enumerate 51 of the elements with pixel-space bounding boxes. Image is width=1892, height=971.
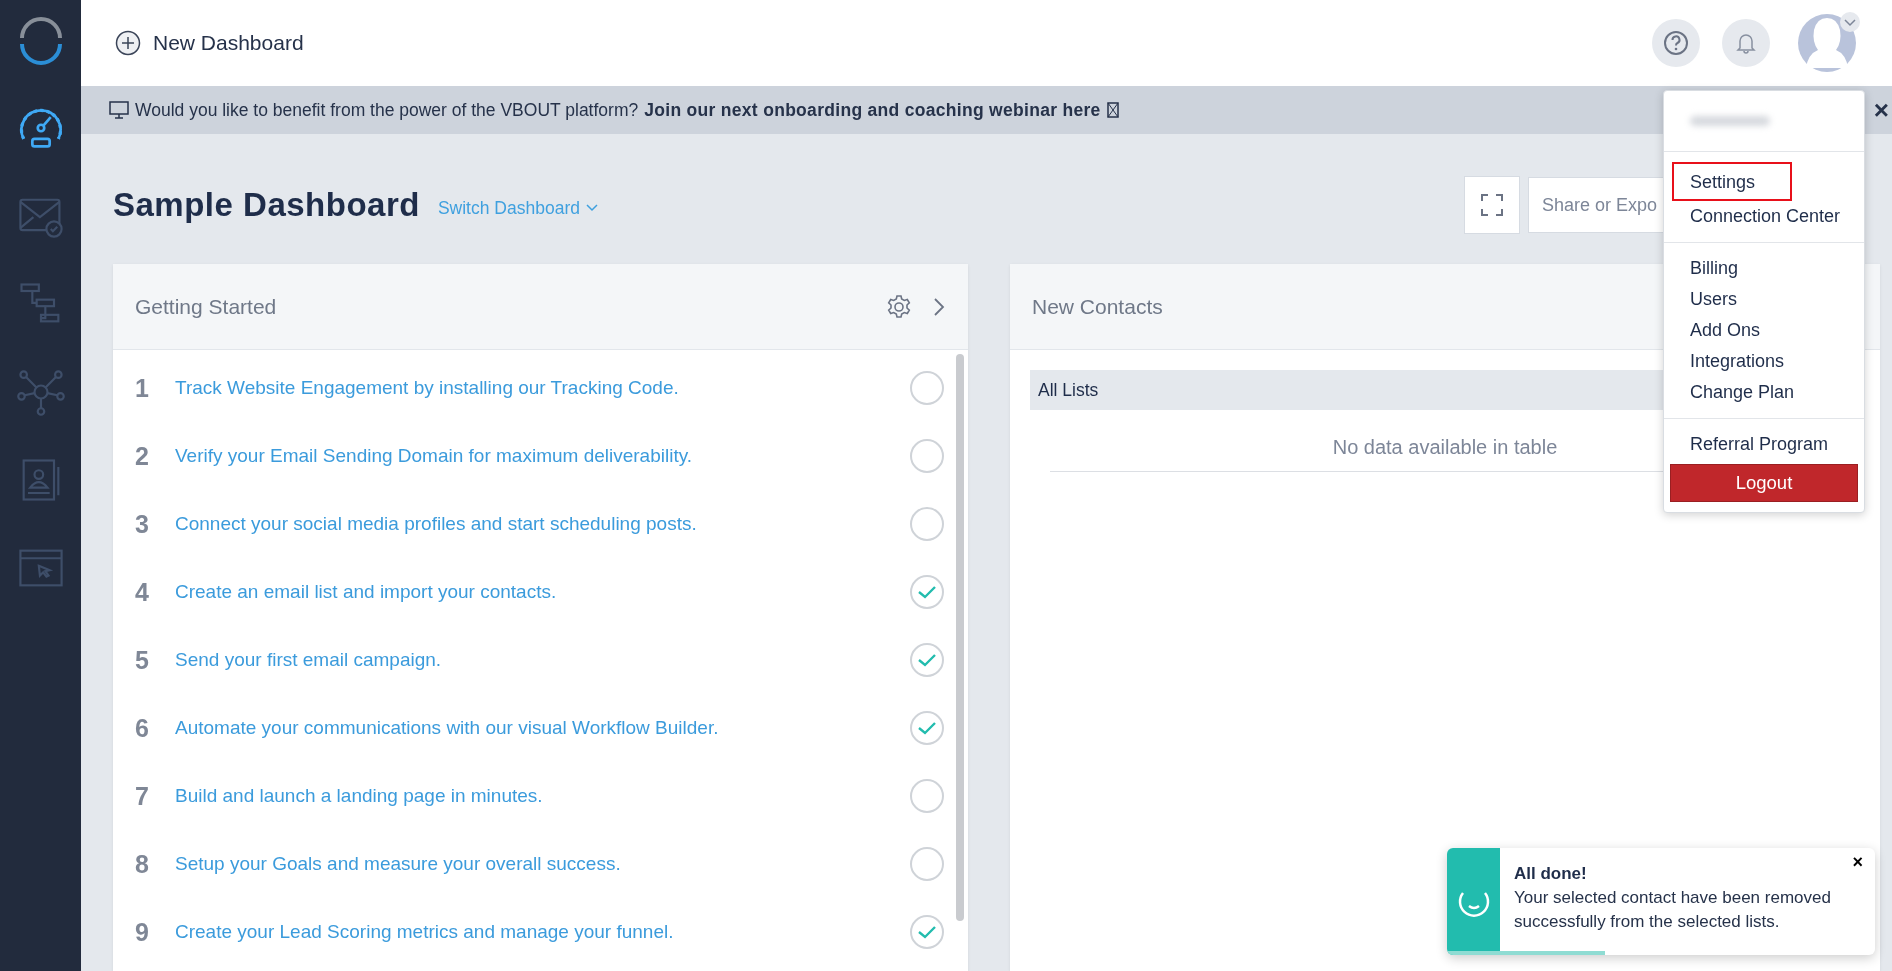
step-checkbox[interactable]: [910, 915, 944, 949]
logout-button[interactable]: Logout: [1670, 464, 1858, 502]
step-checkbox[interactable]: [910, 847, 944, 881]
step-number: 9: [135, 917, 150, 947]
scrollbar[interactable]: [956, 354, 964, 921]
step-checkbox[interactable]: [910, 643, 944, 677]
check-icon: [917, 652, 937, 668]
settings-icon[interactable]: [886, 293, 912, 320]
step-number: 8: [135, 849, 150, 879]
menu-item[interactable]: Add Ons: [1664, 315, 1864, 346]
banner-text: Would you like to benefit from the power of the VBOUT platform?: [135, 99, 639, 121]
menu-item[interactable]: Connection Center: [1664, 201, 1864, 232]
bell-icon: [1736, 32, 1756, 54]
caret-icon: [585, 204, 598, 212]
missing-glyph-icon: [1106, 102, 1119, 118]
fullscreen-icon: [1481, 194, 1503, 216]
check-icon: [917, 720, 937, 736]
card-title: New Contacts: [1032, 294, 1163, 319]
step-checkbox[interactable]: [910, 779, 944, 813]
fullscreen-button[interactable]: [1464, 176, 1520, 234]
notifications-button[interactable]: [1722, 19, 1770, 67]
step-checkbox[interactable]: [910, 575, 944, 609]
banner-close-button[interactable]: ×: [1873, 94, 1889, 126]
monitor-icon: [109, 101, 129, 119]
step-number: 6: [135, 713, 150, 743]
chevron-right-icon[interactable]: [932, 296, 946, 317]
step-checkbox[interactable]: [910, 507, 944, 541]
toast-message: Your selected contact have been removed successfully from the selected lists.: [1514, 887, 1832, 933]
menu-item[interactable]: Billing: [1664, 253, 1864, 284]
step-number: 2: [135, 441, 150, 471]
page-title: Sample Dashboard: [113, 186, 420, 224]
check-icon: [917, 584, 937, 600]
step-checkbox[interactable]: [910, 711, 944, 745]
close-button[interactable]: ×: [1852, 852, 1863, 873]
help-button[interactable]: [1652, 19, 1700, 67]
toast-title: All done!: [1514, 863, 1588, 885]
webinar-link[interactable]: Join our next onboarding and coaching webinar here: [644, 99, 1101, 121]
menu-item[interactable]: Users: [1664, 284, 1864, 315]
step-number: 4: [135, 577, 150, 607]
plus-icon: [115, 30, 141, 56]
step-number: 7: [135, 781, 150, 811]
card-title: Getting Started: [135, 294, 277, 319]
step-checkbox[interactable]: [910, 371, 944, 405]
step-number: 3: [135, 509, 150, 539]
help-icon: [1663, 30, 1689, 56]
step-number: 1: [135, 373, 150, 403]
menu-item[interactable]: Settings: [1672, 162, 1792, 201]
step-number: 5: [135, 645, 150, 675]
check-icon: [917, 924, 937, 940]
new-dashboard-button[interactable]: New Dashboard: [115, 30, 304, 56]
step-checkbox[interactable]: [910, 439, 944, 473]
